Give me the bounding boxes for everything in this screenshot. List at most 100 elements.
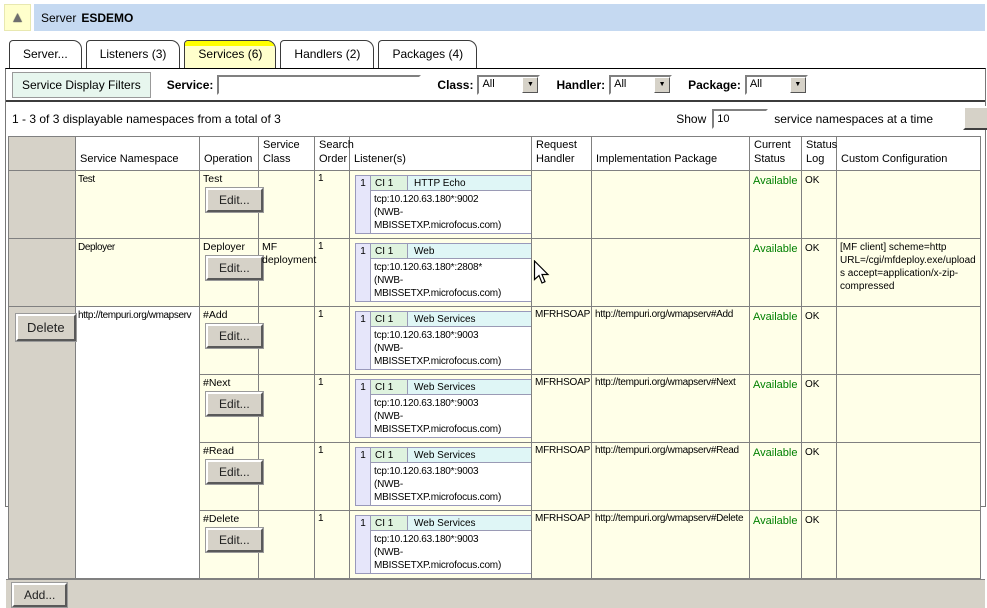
next-page-button[interactable] <box>963 106 987 130</box>
cell-status-log[interactable]: OK <box>802 374 837 442</box>
listener-box[interactable]: 1 CI 1 Web Services tcp:10.120.63.180*:9… <box>355 311 532 370</box>
edit-button[interactable]: Edit... <box>206 392 263 416</box>
tab-services[interactable]: Services (6) <box>184 40 276 68</box>
cell-service-class <box>259 442 315 510</box>
edit-button[interactable]: Edit... <box>206 256 263 280</box>
status-badge: Available <box>750 306 802 374</box>
package-filter-select[interactable]: All ▼ <box>745 75 808 95</box>
cell-operation: #Delete Edit... <box>200 510 259 578</box>
listener-box[interactable]: 1 CI 1 Web Services tcp:10.120.63.180*:9… <box>355 379 532 438</box>
cell-service-class <box>259 306 315 374</box>
listener-box[interactable]: 1 CI 1 Web Services tcp:10.120.63.180*:9… <box>355 447 532 506</box>
cell-service-class <box>259 374 315 442</box>
add-button[interactable]: Add... <box>12 583 67 607</box>
cell-implementation-package: http://tempuri.org/wmapserv#Next <box>592 374 750 442</box>
edit-button[interactable]: Edit... <box>206 528 263 552</box>
tab-packages[interactable]: Packages (4) <box>378 40 477 68</box>
listener-host: (NWB-MBISSETXP.microfocus.com) <box>374 206 528 232</box>
delete-button[interactable]: Delete <box>16 314 76 341</box>
tab-handlers[interactable]: Handlers (2) <box>280 40 374 68</box>
listener-box[interactable]: 1 CI 1 HTTP Echo tcp:10.120.63.180*:9002… <box>355 175 532 234</box>
listener-name: Web Services <box>408 448 531 462</box>
cell-service-class: MF deployment <box>259 238 315 306</box>
header-listeners: Listener(s) <box>350 137 532 171</box>
status-badge: Available <box>750 170 802 238</box>
cell-operation: #Add Edit... <box>200 306 259 374</box>
tab-server-label: Server... <box>23 47 68 61</box>
cell-operation: #Read Edit... <box>200 442 259 510</box>
chevron-down-icon: ▼ <box>790 77 806 93</box>
cell-operation: Deployer Edit... <box>200 238 259 306</box>
header-status-log: Status Log <box>802 137 837 171</box>
cell-status-log[interactable]: OK <box>802 442 837 510</box>
listener-box[interactable]: 1 CI 1 Web Services tcp:10.120.63.180*:9… <box>355 515 532 574</box>
cell-request-handler: MFRHSOAP <box>532 374 592 442</box>
table-row: Test Test Edit... 1 1 CI 1 HTTP Echo tc <box>9 170 981 238</box>
package-filter-label: Package: <box>688 78 741 92</box>
edit-button[interactable]: Edit... <box>206 188 263 212</box>
listener-name: Web Services <box>408 380 531 394</box>
class-filter-label-text: Class <box>437 78 469 92</box>
listener-class: CI 1 <box>371 244 408 258</box>
cell-status-log[interactable]: OK <box>802 238 837 306</box>
namespace-count-summary: 1 - 3 of 3 displayable namespaces from a… <box>12 112 281 126</box>
cell-custom-configuration <box>837 442 981 510</box>
cell-listeners: 1 CI 1 Web Services tcp:10.120.63.180*:9… <box>350 442 532 510</box>
table-header-row: Service Namespace Operation Service Clas… <box>9 137 981 171</box>
cell-implementation-package <box>592 170 750 238</box>
server-header-bar: ▲ Server ESDEMO <box>4 4 985 31</box>
cell-custom-configuration: [MF client] scheme=http URL=/cgi/mfdeplo… <box>837 238 981 306</box>
tab-packages-label: Packages (4) <box>392 47 463 61</box>
listener-box[interactable]: 1 CI 1 Web tcp:10.120.63.180*:2808* (NWB… <box>355 243 532 302</box>
cell-status-log[interactable]: OK <box>802 510 837 578</box>
listener-class: CI 1 <box>371 448 408 462</box>
cell-listeners: 1 CI 1 Web Services tcp:10.120.63.180*:9… <box>350 306 532 374</box>
operation-name: #Delete <box>203 513 255 525</box>
listener-class: CI 1 <box>371 312 408 326</box>
handler-filter-label-text: Handler <box>556 78 601 92</box>
services-table: Service Namespace Operation Service Clas… <box>8 136 981 579</box>
colon: : <box>209 78 213 92</box>
tab-bar: Server... Listeners (3) Services (6) Han… <box>9 40 477 68</box>
cell-implementation-package: http://tempuri.org/wmapserv#Read <box>592 442 750 510</box>
edit-button[interactable]: Edit... <box>206 460 263 484</box>
cell-search-order: 1 <box>315 442 350 510</box>
listener-class: CI 1 <box>371 516 408 530</box>
listener-number: 1 <box>356 448 371 505</box>
status-badge: Available <box>750 442 802 510</box>
tab-listeners[interactable]: Listeners (3) <box>86 40 181 68</box>
listener-address: tcp:10.120.63.180*:9003 <box>374 397 528 410</box>
operation-name: #Add <box>203 309 255 321</box>
server-title-prefix: Server <box>41 11 76 25</box>
listener-number: 1 <box>356 244 371 301</box>
listener-host: (NWB-MBISSETXP.microfocus.com) <box>374 546 528 572</box>
operation-name: Test <box>203 173 255 185</box>
listener-number: 1 <box>356 380 371 437</box>
server-name: ESDEMO <box>81 11 133 25</box>
pagination-row: 1 - 3 of 3 displayable namespaces from a… <box>6 102 985 136</box>
listener-name: Web Services <box>408 516 531 530</box>
cell-custom-configuration <box>837 510 981 578</box>
colon: : <box>469 78 473 92</box>
show-count-input[interactable] <box>712 109 768 129</box>
listener-number: 1 <box>356 176 371 233</box>
header-implementation-package: Implementation Package <box>592 137 750 171</box>
filter-row: Service Display Filters Service: Class: … <box>6 69 985 102</box>
listener-name: Web Services <box>408 312 531 326</box>
show-label: Show <box>676 112 706 126</box>
listener-host: (NWB-MBISSETXP.microfocus.com) <box>374 410 528 436</box>
tab-server[interactable]: Server... <box>9 40 82 68</box>
edit-button[interactable]: Edit... <box>206 324 263 348</box>
filter-panel-label: Service Display Filters <box>12 72 151 98</box>
class-filter-select[interactable]: All ▼ <box>477 75 540 95</box>
collapse-toggle[interactable]: ▲ <box>4 4 31 31</box>
cell-search-order: 1 <box>315 374 350 442</box>
listener-host: (NWB-MBISSETXP.microfocus.com) <box>374 274 528 300</box>
cell-implementation-package <box>592 238 750 306</box>
service-filter-input[interactable] <box>217 75 421 95</box>
handler-filter-select[interactable]: All ▼ <box>609 75 672 95</box>
cell-status-log[interactable]: OK <box>802 306 837 374</box>
cell-status-log[interactable]: OK <box>802 170 837 238</box>
cell-request-handler <box>532 170 592 238</box>
handler-filter-value: All <box>611 77 654 93</box>
